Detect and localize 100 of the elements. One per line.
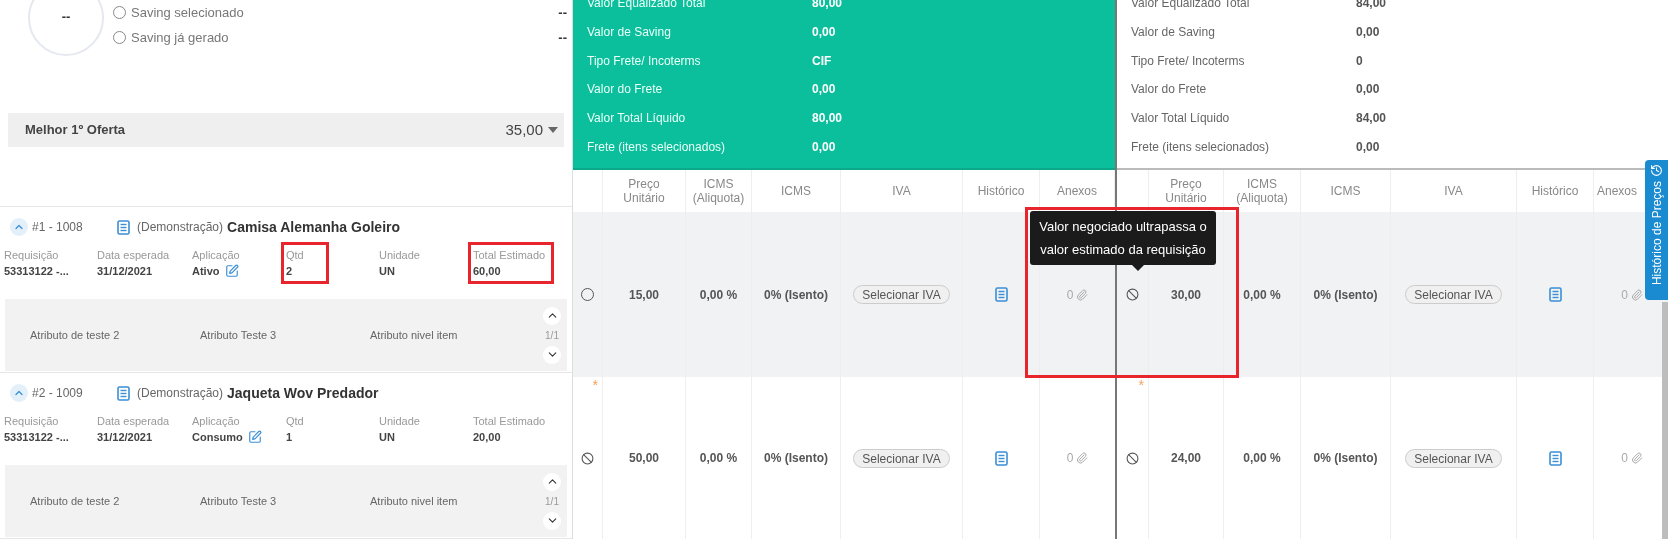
saving-label: Saving selecionado <box>131 3 244 22</box>
history-icon[interactable] <box>1548 450 1562 466</box>
summary-label: Valor do Frete <box>587 81 664 99</box>
select-iva-button[interactable]: Selecionar IVA <box>853 285 950 304</box>
history-icon[interactable] <box>1548 287 1562 302</box>
table-cell-text: 0,00 % <box>699 450 738 467</box>
scroll-up-button[interactable] <box>543 472 561 491</box>
select-iva-button[interactable]: Selecionar IVA <box>1405 285 1502 304</box>
required-marker: * <box>592 376 598 395</box>
table-cell-text: 0% (Isento) <box>764 286 828 304</box>
attachment-count: 0 <box>1066 450 1074 467</box>
column-header: IVA <box>1444 184 1463 198</box>
paperclip-icon[interactable] <box>1076 288 1089 301</box>
pager-text: 1/1 <box>545 494 559 509</box>
table-cell-text: 0% (Isento) <box>1313 286 1378 304</box>
field-value: 2 <box>286 264 293 279</box>
attribute-label: Atributo de teste 2 <box>30 493 121 509</box>
paperclip-icon[interactable] <box>1076 452 1089 464</box>
field-value: 60,00 <box>473 264 501 279</box>
item-prefix: (Demonstração) <box>137 219 224 236</box>
scrollbar[interactable] <box>1662 302 1668 539</box>
summary-value: 0,00 <box>1356 138 1380 156</box>
column-header: ICMS <box>781 184 811 198</box>
field-label: Qtd <box>286 414 305 429</box>
table-cell-text: 15,00 <box>629 286 659 304</box>
gauge-value: -- <box>61 8 71 27</box>
column-header: ICMS (Aliquota) <box>692 177 745 205</box>
column-header: Histórico <box>1531 184 1579 198</box>
item-number: #1 - 1008 <box>32 219 84 236</box>
field-label: Requisição <box>4 248 60 263</box>
history-icon[interactable] <box>994 287 1008 302</box>
field-value: 31/12/2021 <box>97 430 153 445</box>
summary-value: 0,00 <box>1356 24 1380 42</box>
table-cell-text: 0% (Isento) <box>764 450 828 467</box>
best-offer-bar[interactable]: Melhor 1º Oferta 35,00 <box>8 113 564 147</box>
summary-label: Tipo Frete/ Incoterms <box>587 52 702 70</box>
summary-label: Valor Total Líquido <box>587 110 687 128</box>
column-header: Preço Unitário <box>1165 177 1207 205</box>
attachment-count: 0 <box>1066 286 1074 304</box>
best-offer-value: 35,00 <box>505 119 543 140</box>
document-icon[interactable] <box>117 219 130 235</box>
column-header: Anexos <box>1057 184 1097 198</box>
dropdown-caret-icon[interactable] <box>548 127 558 133</box>
field-value: Ativo <box>192 264 220 279</box>
field-label: Total Estimado <box>473 414 547 429</box>
field-value: 53313122 -... <box>4 264 69 279</box>
summary-value: 0,00 <box>812 24 836 42</box>
scroll-up-button[interactable] <box>543 306 561 325</box>
scroll-down-button[interactable] <box>543 511 561 530</box>
attribute-label: Atributo nivel item <box>370 493 459 509</box>
scroll-down-button[interactable] <box>543 345 561 364</box>
edit-icon[interactable] <box>224 264 239 278</box>
edit-icon[interactable] <box>247 430 262 444</box>
summary-value: 0,00 <box>812 138 836 156</box>
paperclip-icon[interactable] <box>1630 452 1643 464</box>
document-icon[interactable] <box>117 385 130 401</box>
item-name: Camisa Alemanha Goleiro <box>227 217 400 237</box>
attribute-label: Atributo de teste 2 <box>30 327 121 343</box>
item-name: Jaqueta Wov Predador <box>227 383 379 403</box>
saving-value: -- <box>558 28 567 47</box>
field-value: 53313122 -... <box>4 430 69 445</box>
summary-value: 84,00 <box>1356 110 1387 128</box>
field-label: Aplicação <box>192 414 241 429</box>
table-cell-text: 0% (Isento) <box>1313 450 1378 467</box>
field-label: Data esperada <box>97 248 171 263</box>
summary-label: Frete (itens selecionados) <box>1131 138 1271 156</box>
column-header: Histórico <box>977 184 1025 198</box>
attachment-count: 0 <box>1621 286 1628 304</box>
history-icon <box>1650 164 1663 177</box>
select-iva-button[interactable]: Selecionar IVA <box>1405 448 1502 468</box>
column-header: Anexos <box>1597 184 1638 198</box>
history-icon[interactable] <box>994 450 1008 466</box>
item-number: #2 - 1009 <box>32 385 84 402</box>
attachment-count: 0 <box>1621 450 1628 467</box>
summary-value: 0,00 <box>1356 81 1380 99</box>
collapse-toggle[interactable] <box>10 384 28 402</box>
field-label: Unidade <box>379 248 421 263</box>
field-label: Data esperada <box>97 414 171 429</box>
collapse-toggle[interactable] <box>10 218 28 236</box>
table-cell-text: 0,00 % <box>1243 450 1281 467</box>
summary-value: 0 <box>1356 52 1363 70</box>
column-header: ICMS <box>1330 184 1361 198</box>
table-cell-text: 0,00 % <box>699 286 738 304</box>
saving-label: Saving já gerado <box>131 28 229 47</box>
paperclip-icon[interactable] <box>1630 288 1643 301</box>
select-iva-button[interactable]: Selecionar IVA <box>853 448 950 468</box>
field-value: UN <box>379 430 395 445</box>
summary-label: Frete (itens selecionados) <box>587 138 727 156</box>
field-value: 20,00 <box>473 430 501 445</box>
field-label: Unidade <box>379 414 421 429</box>
attribute-label: Atributo nivel item <box>370 327 459 343</box>
table-cell-text: 50,00 <box>629 450 659 467</box>
field-label: Aplicação <box>192 248 241 263</box>
saving-value: -- <box>558 3 567 22</box>
table-cell-text: 0,00 % <box>1243 286 1281 304</box>
attribute-label: Atributo Teste 3 <box>200 493 278 509</box>
field-label: Qtd <box>286 248 305 263</box>
price-history-tab[interactable]: Histórico de Preços <box>1645 160 1668 300</box>
summary-value: CIF <box>812 52 832 70</box>
attribute-label: Atributo Teste 3 <box>200 327 278 343</box>
